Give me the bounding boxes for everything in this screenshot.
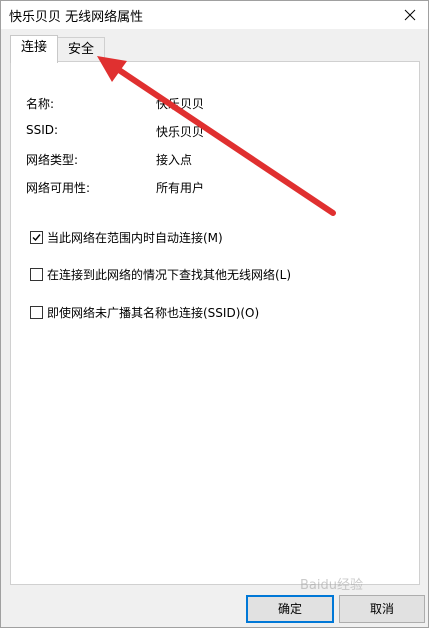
close-button[interactable]: [392, 1, 428, 29]
tab-connection[interactable]: 连接: [10, 35, 58, 63]
find-other-networks-option[interactable]: 在连接到此网络的情况下查找其他无线网络(L): [30, 266, 291, 283]
auto-connect-checkbox[interactable]: [30, 231, 43, 244]
network-availability-value: 所有用户: [156, 181, 205, 195]
connect-hidden-ssid-checkbox[interactable]: [30, 306, 43, 319]
name-label: 名称:: [26, 97, 55, 111]
connect-hidden-ssid-option[interactable]: 即使网络未广播其名称也连接(SSID)(O): [30, 304, 259, 321]
network-availability-label: 网络可用性:: [26, 181, 91, 195]
checkmark-icon: [32, 234, 41, 242]
ok-button[interactable]: 确定: [246, 595, 334, 623]
properties-dialog: 快乐贝贝 无线网络属性 连接 安全 名称: 快乐贝贝 SSID: 快乐贝贝 网络…: [0, 0, 429, 628]
watermark: Baidu经验: [300, 578, 363, 593]
cancel-button[interactable]: 取消: [339, 595, 425, 623]
ssid-label: SSID:: [26, 123, 59, 137]
network-type-value: 接入点: [156, 153, 193, 167]
connect-hidden-ssid-label: 即使网络未广播其名称也连接(SSID)(O): [47, 306, 260, 320]
find-other-networks-label: 在连接到此网络的情况下查找其他无线网络(L): [47, 268, 292, 282]
auto-connect-option[interactable]: 当此网络在范围内时自动连接(M): [30, 229, 223, 246]
close-icon: [404, 9, 416, 21]
name-value: 快乐贝贝: [156, 97, 205, 111]
title-bar: 快乐贝贝 无线网络属性: [1, 1, 428, 29]
connection-panel: 名称: 快乐贝贝 SSID: 快乐贝贝 网络类型: 接入点 网络可用性: 所有用…: [10, 61, 420, 585]
tab-security[interactable]: 安全: [57, 37, 105, 62]
ssid-value: 快乐贝贝: [156, 125, 205, 139]
auto-connect-label: 当此网络在范围内时自动连接(M): [47, 231, 223, 245]
network-type-label: 网络类型:: [26, 153, 79, 167]
find-other-networks-checkbox[interactable]: [30, 268, 43, 281]
window-title: 快乐贝贝 无线网络属性: [9, 10, 144, 25]
